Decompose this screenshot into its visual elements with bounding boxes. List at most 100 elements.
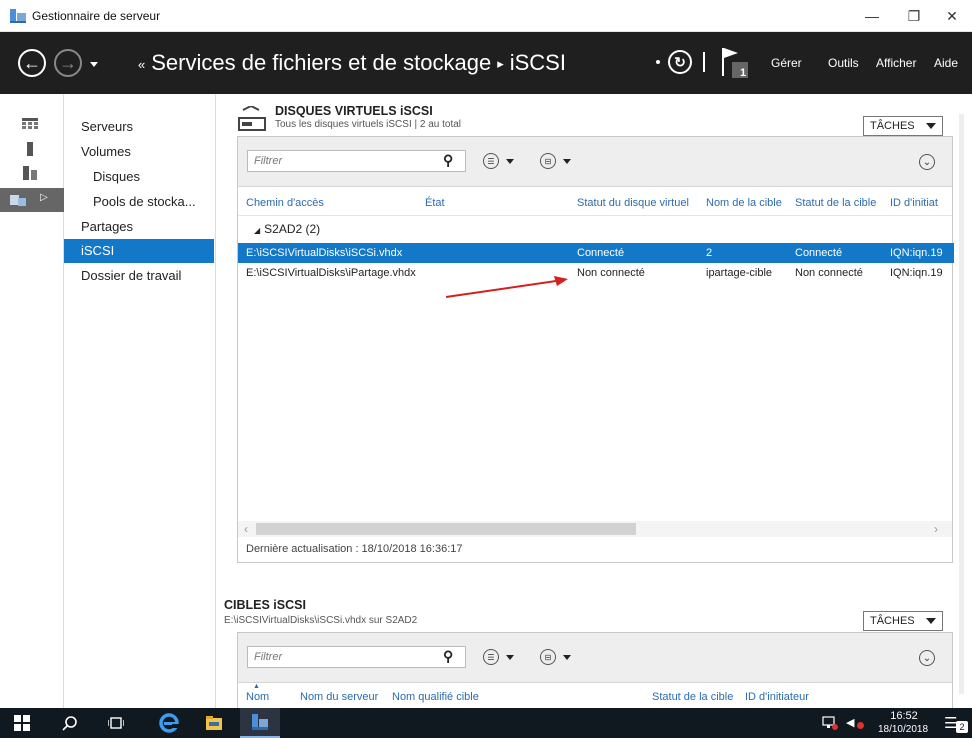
cell-target-status: Connecté xyxy=(795,247,843,259)
server-manager-icon xyxy=(10,9,26,23)
windows-start-icon[interactable] xyxy=(14,715,30,731)
forward-button[interactable]: → xyxy=(54,49,82,77)
sidebar-item-storage-pools[interactable]: Pools de stocka... xyxy=(64,190,214,214)
last-update-status: Dernière actualisation : 18/10/2018 16:3… xyxy=(246,543,463,555)
col-name[interactable]: Nom xyxy=(246,691,269,703)
breadcrumb-separator: ▸ xyxy=(497,56,504,72)
taskbar: ◀ 16:52 18/10/2018 ☰ 2 xyxy=(0,708,972,738)
group-expander-icon: ◢ xyxy=(254,226,261,235)
vdisks-title: DISQUES VIRTUELS iSCSI xyxy=(275,104,433,118)
sidebar-item-disks[interactable]: Disques xyxy=(64,165,214,189)
virtual-disk-icon xyxy=(238,106,266,131)
menu-tools[interactable]: Outils xyxy=(828,56,859,70)
dashboard-icon[interactable] xyxy=(22,118,38,132)
left-rail: ▷ xyxy=(0,94,64,708)
vdisks-tasks-dropdown[interactable]: TÂCHES xyxy=(863,116,943,136)
cell-path: E:\iSCSIVirtualDisks\iPartage.vhdx xyxy=(246,267,416,279)
expand-icon[interactable]: ⌄ xyxy=(919,650,935,666)
clock-time[interactable]: 16:52 xyxy=(886,710,922,722)
speaker-icon[interactable]: ◀ xyxy=(846,716,854,729)
group-s2ad2[interactable]: ◢ S2AD2 (2) xyxy=(254,222,320,236)
local-server-icon[interactable] xyxy=(22,142,38,156)
col-state[interactable]: État xyxy=(425,197,445,209)
col-disk-status[interactable]: Statut du disque virtuel xyxy=(577,197,689,209)
targets-tasks-dropdown[interactable]: TÂCHES xyxy=(863,611,943,631)
close-button[interactable]: ✕ xyxy=(932,0,972,32)
tasks-label: TÂCHES xyxy=(870,615,915,627)
tasks-label: TÂCHES xyxy=(870,120,915,132)
clock-date[interactable]: 18/10/2018 xyxy=(874,724,932,735)
save-query-dropdown-icon[interactable] xyxy=(563,655,571,660)
breadcrumb-current: iSCSI xyxy=(509,50,566,75)
col-initiator-id[interactable]: ID d'initiateur xyxy=(745,691,809,703)
history-dropdown-icon[interactable] xyxy=(90,62,98,67)
internet-explorer-icon[interactable] xyxy=(158,712,180,734)
cell-disk-status: Non connecté xyxy=(577,267,645,279)
taskbar-server-manager[interactable] xyxy=(240,708,280,738)
dropdown-dot-icon[interactable] xyxy=(656,60,660,64)
sort-ascending-icon: ▲ xyxy=(253,683,260,690)
main-scrollbar[interactable] xyxy=(959,114,964,694)
window-titlebar: Gestionnaire de serveur — ❐ ✕ xyxy=(0,0,972,32)
scroll-right-icon[interactable]: › xyxy=(934,522,938,536)
search-icon[interactable]: ⚲ xyxy=(443,648,453,665)
scroll-left-icon[interactable]: ‹ xyxy=(244,522,248,536)
targets-filter-input[interactable]: Filtrer xyxy=(247,646,466,668)
app-header: ← → « Services de fichiers et de stockage… xyxy=(0,32,972,94)
list-view-dropdown-icon[interactable] xyxy=(506,159,514,164)
targets-panel: Filtrer ⚲ ☰ ⊟ ⌄ ▲ Nom Nom du serveur Nom… xyxy=(237,632,953,708)
server-manager-icon xyxy=(252,714,268,730)
cell-path: E:\iSCSIVirtualDisks\iSCSi.vhdx xyxy=(246,247,403,259)
vdisks-column-headers: Chemin d'accès État Statut du disque vir… xyxy=(238,197,952,211)
minimize-button[interactable]: — xyxy=(852,0,892,32)
targets-filter-bar: Filtrer ⚲ ☰ ⊟ ⌄ xyxy=(238,633,952,683)
all-servers-icon[interactable] xyxy=(22,166,38,180)
table-row[interactable]: E:\iSCSIVirtualDisks\iPartage.vhdx Non c… xyxy=(238,263,954,283)
chevron-down-icon xyxy=(926,618,936,624)
notifications-flag-icon[interactable] xyxy=(718,46,752,80)
back-button[interactable]: ← xyxy=(18,49,46,77)
targets-subtitle: E:\iSCSIVirtualDisks\iSCSi.vhdx sur S2AD… xyxy=(224,615,418,626)
list-view-dropdown-icon[interactable] xyxy=(506,655,514,660)
group-label: S2AD2 (2) xyxy=(264,222,321,236)
scrollbar-thumb[interactable] xyxy=(256,523,636,535)
sidebar-item-servers[interactable]: Serveurs xyxy=(64,115,214,139)
table-row[interactable]: E:\iSCSIVirtualDisks\iSCSi.vhdx Connecté… xyxy=(238,243,954,263)
maximize-button[interactable]: ❐ xyxy=(894,0,934,32)
search-icon[interactable] xyxy=(62,715,78,731)
horizontal-scrollbar[interactable]: ‹ › xyxy=(238,521,952,537)
col-target-status[interactable]: Statut de la cible xyxy=(652,691,733,703)
breadcrumb-root[interactable]: Services de fichiers et de stockage xyxy=(151,50,491,75)
task-view-icon[interactable] xyxy=(108,715,124,731)
expand-icon[interactable]: ⌄ xyxy=(919,154,935,170)
refresh-button[interactable]: ↻ xyxy=(668,50,692,74)
vdisks-filter-input[interactable]: Filtrer xyxy=(247,150,466,172)
col-server-name[interactable]: Nom du serveur xyxy=(300,691,378,703)
menu-help[interactable]: Aide xyxy=(934,56,958,70)
menu-manage[interactable]: Gérer xyxy=(771,56,802,70)
sidebar-item-shares[interactable]: Partages xyxy=(64,215,214,239)
sidebar-item-volumes[interactable]: Volumes xyxy=(64,140,214,164)
rail-item-file-services[interactable]: ▷ xyxy=(0,188,64,212)
sidebar-item-work-folders[interactable]: Dossier de travail xyxy=(64,264,214,288)
menu-view[interactable]: Afficher xyxy=(876,56,916,70)
save-query-icon[interactable]: ⊟ xyxy=(540,153,556,169)
chevron-down-icon xyxy=(926,123,936,129)
list-view-icon[interactable]: ☰ xyxy=(483,153,499,169)
search-icon[interactable]: ⚲ xyxy=(443,152,453,169)
col-qualified-target[interactable]: Nom qualifié cible xyxy=(392,691,479,703)
sidebar-item-iscsi[interactable]: iSCSI xyxy=(64,239,214,263)
cell-target-status: Non connecté xyxy=(795,267,863,279)
network-icon[interactable] xyxy=(822,715,838,731)
list-view-icon[interactable]: ☰ xyxy=(483,649,499,665)
col-target-name[interactable]: Nom de la cible xyxy=(706,197,782,209)
vdisks-panel: Filtrer ⚲ ☰ ⊟ ⌄ Chemin d'accès État Stat… xyxy=(237,136,954,563)
notification-count-badge: 2 xyxy=(956,721,968,733)
col-path[interactable]: Chemin d'accès xyxy=(246,197,324,209)
cell-target-name: ipartage-cible xyxy=(706,267,773,279)
col-target-status[interactable]: Statut de la cible xyxy=(795,197,876,209)
col-initiator-id[interactable]: ID d'initiat xyxy=(890,197,938,209)
save-query-dropdown-icon[interactable] xyxy=(563,159,571,164)
save-query-icon[interactable]: ⊟ xyxy=(540,649,556,665)
file-explorer-icon[interactable] xyxy=(206,715,222,731)
